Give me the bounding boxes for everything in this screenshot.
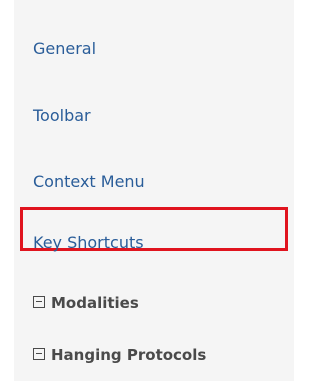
- collapse-box-icon[interactable]: [33, 295, 45, 308]
- nav-group-hanging-protocols[interactable]: Hanging Protocols: [33, 343, 206, 367]
- nav-group-hanging-protocols-label: Hanging Protocols: [51, 346, 207, 364]
- nav-item-context-menu[interactable]: Context Menu: [33, 170, 145, 194]
- nav-item-general[interactable]: General: [33, 37, 96, 61]
- nav-item-key-shortcuts[interactable]: Key Shortcuts: [33, 231, 144, 255]
- nav-group-modalities-label: Modalities: [51, 294, 139, 312]
- nav-group-modalities[interactable]: Modalities: [33, 291, 139, 315]
- nav-item-toolbar[interactable]: Toolbar: [33, 104, 91, 128]
- collapse-box-icon[interactable]: [33, 347, 45, 360]
